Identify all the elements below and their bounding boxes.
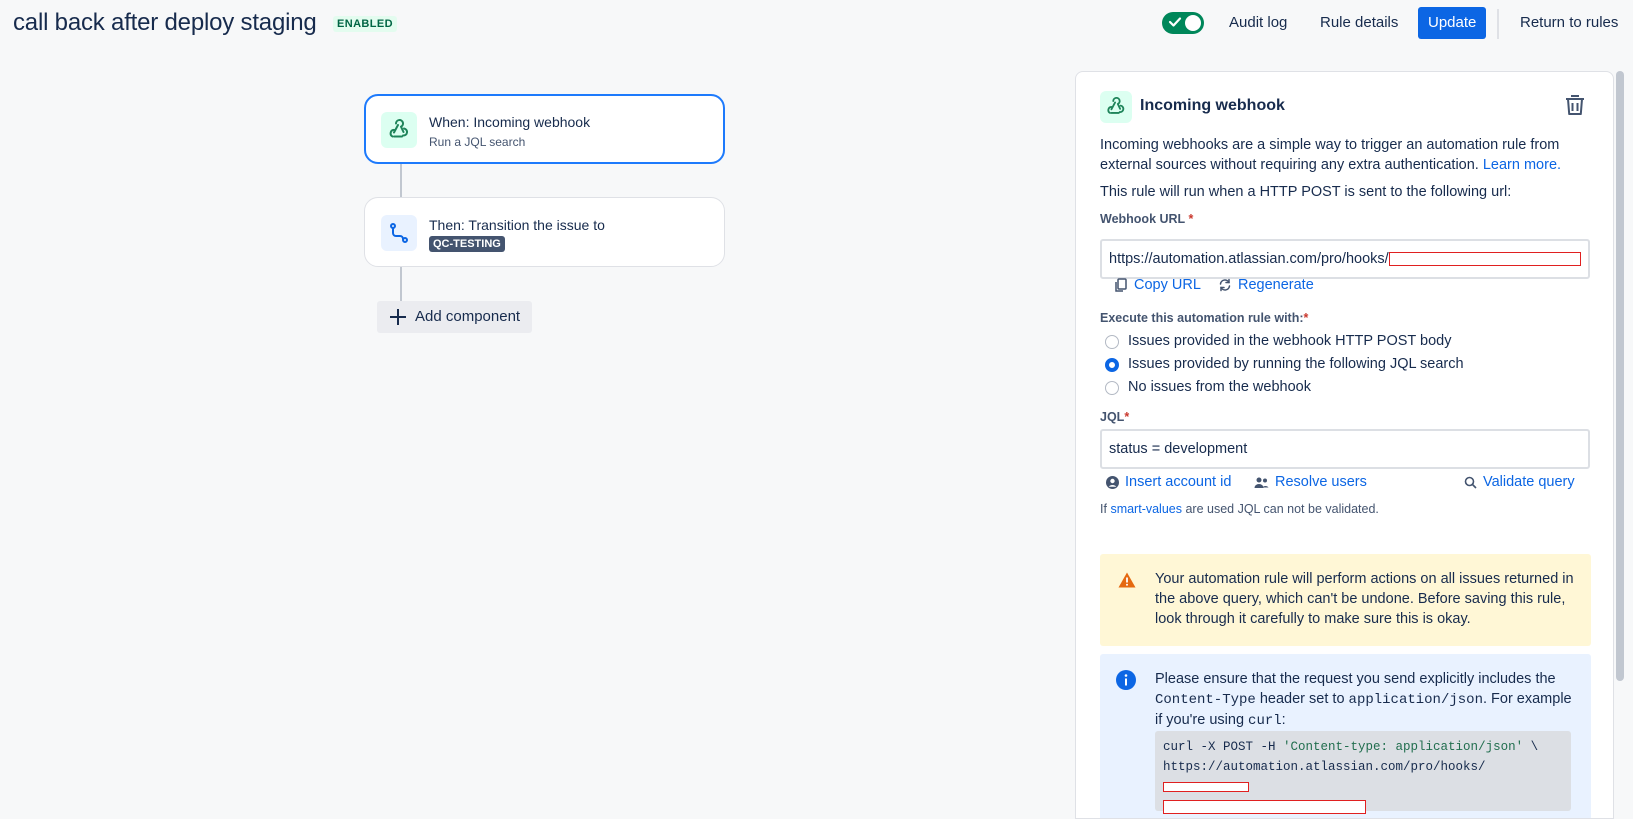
webhook-icon: [381, 112, 417, 148]
smart-values-link[interactable]: smart-values: [1110, 502, 1182, 516]
action-node[interactable]: Then: Transition the issue to QC-TESTING: [364, 197, 725, 267]
radio-label-no-issues[interactable]: No issues from the webhook: [1128, 379, 1311, 395]
toggle-knob: [1185, 15, 1201, 31]
regenerate-label: Regenerate: [1238, 277, 1314, 293]
panel-title: Incoming webhook: [1140, 97, 1285, 114]
run-text: This rule will run when a HTTP POST is s…: [1100, 184, 1512, 200]
redacted-token: [1163, 781, 1249, 792]
trigger-node[interactable]: When: Incoming webhook Run a JQL search: [364, 94, 725, 164]
trash-icon[interactable]: [1562, 92, 1588, 123]
update-button[interactable]: Update: [1418, 7, 1487, 39]
regenerate-button[interactable]: Regenerate: [1218, 277, 1314, 293]
info-text: Please ensure that the request you send …: [1155, 669, 1575, 731]
user-circle-icon: [1106, 475, 1119, 489]
insert-account-id-button[interactable]: Insert account id: [1106, 474, 1231, 490]
warning-message: Your automation rule will perform action…: [1100, 554, 1591, 646]
info-code-curl: curl: [1248, 713, 1282, 729]
trigger-subtitle: Run a JQL search: [429, 135, 526, 149]
webhook-url-label: Webhook URL *: [1100, 212, 1194, 226]
rule-details-button[interactable]: Rule details: [1310, 7, 1408, 39]
learn-more-link[interactable]: Learn more.: [1483, 157, 1561, 173]
resolve-users-button[interactable]: Resolve users: [1254, 474, 1367, 490]
curl-line-1: curl -X POST -H 'Content-type: applicati…: [1163, 737, 1563, 757]
people-icon: [1254, 477, 1269, 488]
hint-prefix: If: [1100, 502, 1107, 516]
resolve-users-label: Resolve users: [1275, 474, 1367, 490]
curl-example: curl -X POST -H 'Content-type: applicati…: [1155, 731, 1571, 814]
radio-no-issues[interactable]: [1105, 381, 1119, 395]
info-text-4: :: [1281, 712, 1286, 728]
execute-label: Execute this automation rule with:*: [1100, 311, 1309, 325]
curl-line-2: https://automation.atlassian.com/pro/hoo…: [1163, 757, 1563, 797]
check-icon: [1168, 17, 1182, 27]
return-to-rules-button[interactable]: Return to rules: [1510, 7, 1628, 39]
connector-line: [400, 267, 402, 301]
webhook-icon: [1100, 91, 1132, 123]
info-text-1: Please ensure that the request you send …: [1155, 671, 1556, 687]
plus-icon: [390, 309, 406, 325]
radio-label-jql-search[interactable]: Issues provided by running the following…: [1128, 356, 1464, 372]
info-icon: [1116, 670, 1136, 690]
curl-command: curl -X POST -H: [1163, 740, 1284, 754]
validate-query-button[interactable]: Validate query: [1464, 474, 1575, 490]
webhook-url-value: https://automation.atlassian.com/pro/hoo…: [1109, 251, 1389, 267]
info-message: Please ensure that the request you send …: [1100, 654, 1591, 818]
curl-header-string: 'Content-type: application/json': [1283, 740, 1524, 754]
refresh-icon: [1219, 278, 1231, 292]
action-title: Then: Transition the issue to: [429, 217, 605, 233]
webhook-url-label-text: Webhook URL: [1100, 212, 1185, 226]
info-code-json: application/json: [1348, 692, 1483, 708]
audit-log-button[interactable]: Audit log: [1219, 7, 1297, 39]
curl-continuation: \: [1523, 740, 1539, 754]
radio-webhook-body[interactable]: [1105, 335, 1119, 349]
panel-scrollbar[interactable]: [1616, 71, 1624, 681]
info-text-2: header set to: [1259, 691, 1345, 707]
enable-toggle[interactable]: [1162, 12, 1204, 34]
add-component-button[interactable]: Add component: [377, 301, 533, 333]
trigger-title: When: Incoming webhook: [429, 114, 591, 130]
rule-title: call back after deploy staging: [13, 9, 317, 36]
warning-text: Your automation rule will perform action…: [1155, 571, 1574, 627]
info-code-content-type: Content-Type: [1155, 692, 1256, 708]
redacted-token: [1163, 799, 1366, 814]
curl-line-3: [1163, 797, 1563, 817]
hint-suffix: are used JQL can not be validated.: [1185, 502, 1379, 516]
jql-label-text: JQL: [1100, 410, 1125, 424]
copy-icon: [1115, 278, 1127, 292]
connector-line: [400, 164, 402, 197]
transition-icon: [381, 215, 417, 251]
redacted-token: [1388, 252, 1581, 267]
search-icon: [1464, 476, 1477, 489]
header-bar: call back after deploy staging ENABLED A…: [0, 0, 1633, 48]
insert-account-id-label: Insert account id: [1125, 474, 1232, 490]
execute-label-text: Execute this automation rule with:: [1100, 311, 1304, 325]
curl-url: https://automation.atlassian.com/pro/hoo…: [1163, 760, 1486, 774]
warning-icon: [1118, 572, 1136, 588]
validate-query-label: Validate query: [1483, 474, 1575, 490]
add-component-label: Add component: [415, 308, 521, 325]
copy-url-button[interactable]: Copy URL: [1114, 277, 1201, 293]
transition-status-badge: QC-TESTING: [429, 236, 505, 252]
radio-label-webhook-body[interactable]: Issues provided in the webhook HTTP POST…: [1128, 333, 1451, 349]
jql-label: JQL*: [1100, 410, 1130, 424]
panel-description: Incoming webhooks are a simple way to tr…: [1100, 135, 1580, 175]
header-divider: [1497, 9, 1499, 39]
status-badge: ENABLED: [333, 16, 397, 32]
webhook-url-field[interactable]: https://automation.atlassian.com/pro/hoo…: [1100, 239, 1590, 279]
component-config-panel: Incoming webhook Incoming webhooks are a…: [1075, 71, 1614, 819]
smart-values-hint: If smart-values are used JQL can not be …: [1100, 502, 1379, 516]
radio-jql-search[interactable]: [1105, 358, 1119, 372]
jql-input[interactable]: status = development: [1100, 429, 1590, 469]
copy-url-label: Copy URL: [1134, 277, 1201, 293]
